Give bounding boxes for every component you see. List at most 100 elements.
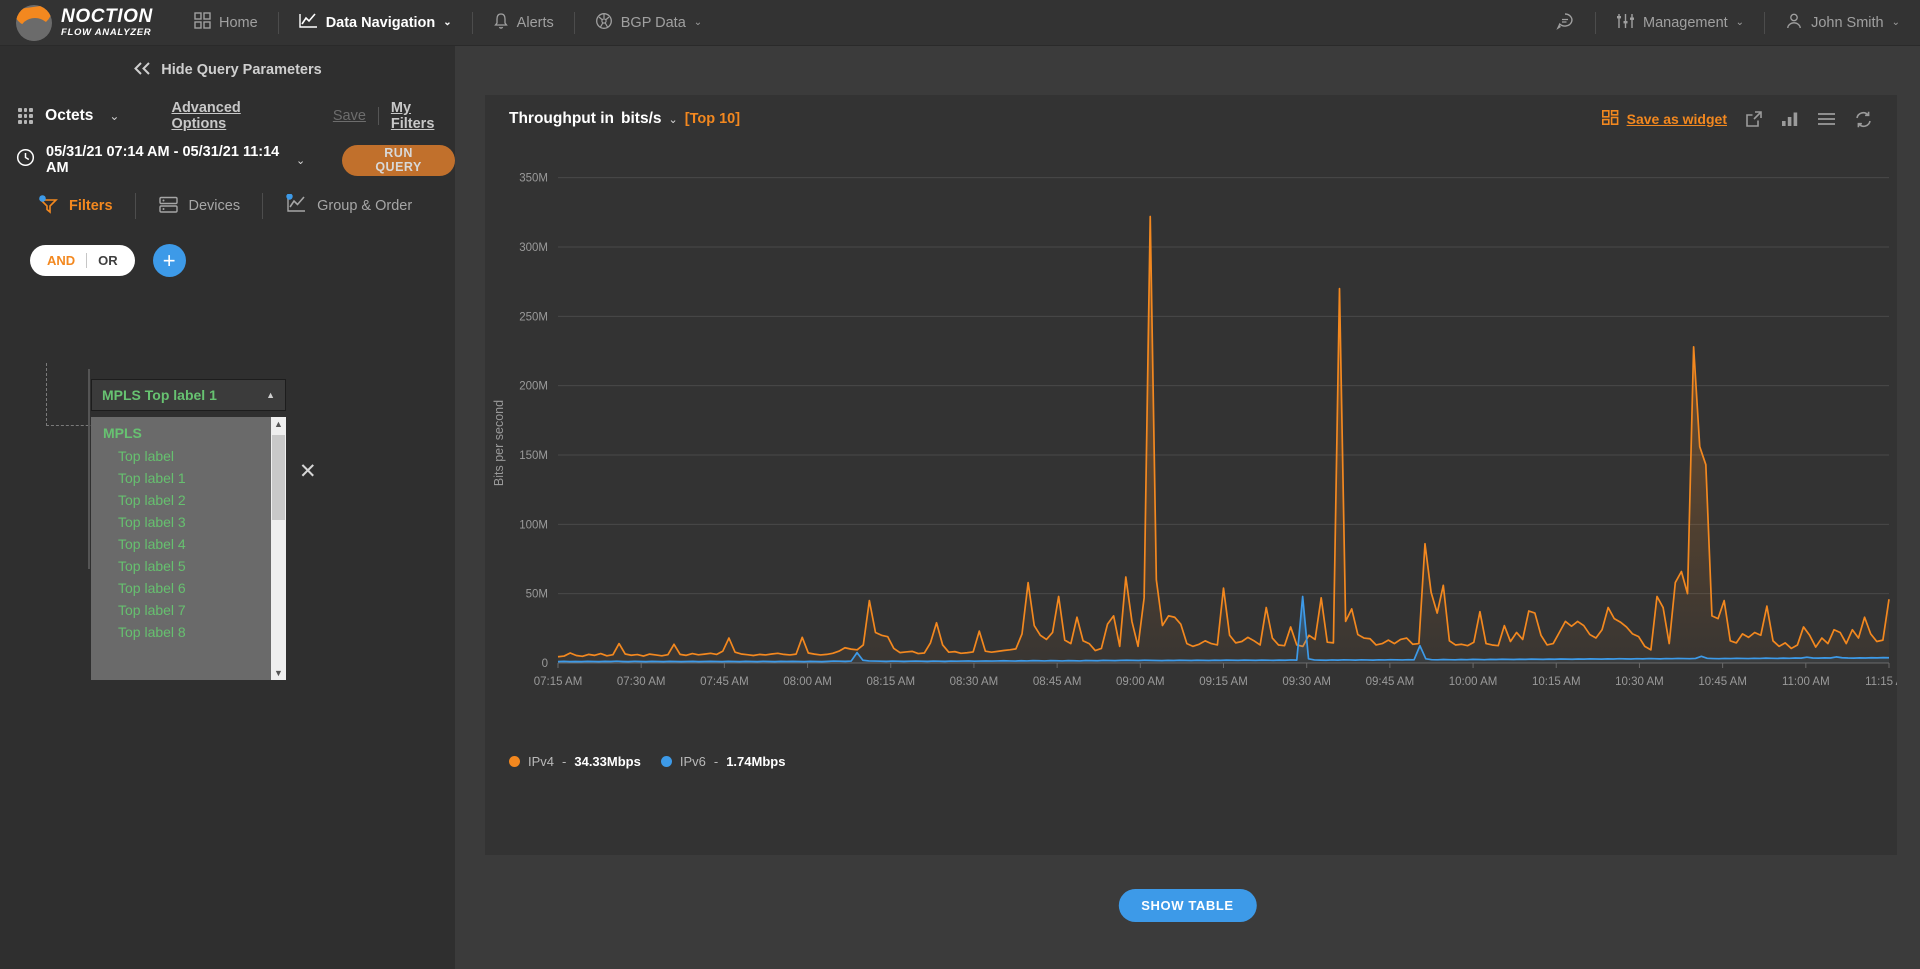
dropdown-option[interactable]: Top label: [91, 445, 271, 467]
metric-label[interactable]: Octets: [45, 107, 93, 125]
open-external-icon[interactable]: [1745, 110, 1763, 128]
dropdown-option[interactable]: Top label 2: [91, 489, 271, 511]
filter-field-dropdown[interactable]: MPLS Top label Top label 1 Top label 2 T…: [91, 417, 286, 680]
nav-item-management-label: Management: [1643, 14, 1728, 31]
throughput-area-chart[interactable]: 050M100M150M200M250M300M350M 07:15 AM 07:…: [485, 143, 1913, 743]
chevron-down-icon: ⌄: [443, 17, 452, 28]
nav-item-data-navigation[interactable]: Data Navigation ⌄: [283, 0, 468, 46]
brand-logo[interactable]: NOCTION FLOW ANALYZER: [0, 4, 178, 41]
hide-query-parameters-label: Hide Query Parameters: [161, 62, 322, 78]
scrollbar-thumb[interactable]: [272, 435, 285, 520]
legend-label: IPv6: [679, 754, 706, 769]
tab-devices-label: Devices: [188, 198, 241, 214]
nav-item-user-label: John Smith: [1811, 14, 1884, 31]
dropdown-option[interactable]: Top label 3: [91, 511, 271, 533]
logic-and-option[interactable]: AND: [36, 253, 86, 268]
dropdown-option[interactable]: Top label 8: [91, 621, 271, 643]
refresh-icon[interactable]: [1854, 111, 1873, 128]
dropdown-group-mpls: MPLS: [103, 425, 142, 441]
scroll-down-arrow-icon[interactable]: ▼: [274, 666, 283, 680]
my-filters-link[interactable]: My Filters: [391, 100, 455, 132]
nav-item-management[interactable]: Management ⌄: [1600, 0, 1760, 46]
chevron-down-icon: ⌄: [693, 17, 703, 28]
legend-value: 34.33Mbps: [574, 754, 641, 769]
svg-text:09:15 AM: 09:15 AM: [1199, 676, 1248, 688]
date-range-value[interactable]: 05/31/21 07:14 AM - 05/31/21 11:14 AM: [46, 144, 285, 176]
legend-color-swatch: [509, 756, 520, 767]
dropdown-option[interactable]: Top label 1: [91, 467, 271, 489]
svg-text:11:15 AM: 11:15 AM: [1865, 676, 1897, 688]
nav-item-alerts[interactable]: Alerts: [477, 0, 570, 46]
dropdown-option-list: MPLS Top label Top label 1 Top label 2 T…: [91, 417, 271, 680]
query-parameters-panel: Hide Query Parameters Octets ⌄ Advanced …: [0, 46, 455, 969]
advanced-options-link[interactable]: Advanced Options: [171, 100, 292, 132]
add-filter-button[interactable]: +: [152, 244, 186, 277]
legend-item-ipv4[interactable]: IPv4 - 34.33Mbps: [509, 754, 641, 769]
date-range-row: 05/31/21 07:14 AM - 05/31/21 11:14 AM ⌄ …: [0, 138, 455, 182]
show-table-button[interactable]: SHOW TABLE: [1118, 889, 1257, 922]
nav-item-bgp-data-label: BGP Data: [620, 14, 686, 31]
hide-query-parameters-button[interactable]: Hide Query Parameters: [0, 46, 455, 94]
menu-icon[interactable]: [1817, 112, 1836, 126]
tab-filters[interactable]: Filters: [38, 194, 113, 219]
logic-or-option[interactable]: OR: [87, 253, 129, 268]
dropdown-option[interactable]: Top label 6: [91, 577, 271, 599]
svg-text:09:30 AM: 09:30 AM: [1282, 676, 1331, 688]
chart-unit-selector[interactable]: bits/s: [621, 110, 661, 128]
svg-text:08:15 AM: 08:15 AM: [866, 676, 915, 688]
bell-icon: [493, 12, 509, 34]
nav-divider: [471, 11, 473, 34]
divider: [377, 107, 379, 125]
tab-filters-label: Filters: [69, 198, 113, 214]
filter-field-selected-value: MPLS Top label 1: [102, 387, 217, 403]
svg-text:10:00 AM: 10:00 AM: [1449, 676, 1498, 688]
svg-text:10:45 AM: 10:45 AM: [1698, 676, 1747, 688]
legend-dash: -: [562, 754, 567, 769]
nav-divider: [1595, 11, 1597, 34]
tab-group-and-order[interactable]: Group & Order: [285, 193, 413, 218]
chart-action-bar: Save as widget: [1601, 109, 1873, 129]
chevron-down-icon[interactable]: ⌄: [109, 109, 119, 123]
dropdown-option[interactable]: Top label 5: [91, 555, 271, 577]
dropdown-option[interactable]: Top label 7: [91, 599, 271, 621]
chat-bubble-icon: [1555, 11, 1575, 35]
chevron-down-icon: ⌄: [1735, 17, 1745, 28]
save-as-widget-button[interactable]: Save as widget: [1601, 109, 1727, 129]
svg-text:300M: 300M: [519, 242, 548, 254]
chevron-down-icon[interactable]: ⌄: [296, 154, 305, 167]
svg-text:250M: 250M: [519, 311, 548, 323]
main-content-area: Throughput in bits/s ⌄ [Top 10] Save as …: [455, 46, 1920, 969]
nav-divider: [277, 11, 279, 34]
nav-item-bgp-data[interactable]: BGP Data ⌄: [579, 0, 718, 46]
nav-item-user-menu[interactable]: John Smith ⌄: [1769, 0, 1920, 46]
dropdown-option[interactable]: Top label 4: [91, 533, 271, 555]
chart-axis-icon: [285, 193, 307, 218]
nav-item-data-navigation-label: Data Navigation: [325, 14, 436, 31]
svg-text:07:45 AM: 07:45 AM: [700, 676, 749, 688]
remove-filter-button[interactable]: ✕: [299, 461, 317, 482]
run-query-button[interactable]: RUN QUERY: [342, 144, 455, 176]
save-link[interactable]: Save: [333, 108, 366, 124]
bar-chart-icon[interactable]: [1781, 111, 1799, 127]
nav-item-alerts-label: Alerts: [516, 14, 554, 31]
legend-label: IPv4: [528, 754, 555, 769]
nav-divider: [573, 11, 575, 34]
chat-button[interactable]: [1539, 0, 1591, 46]
chart-y-axis-labels: 0 50M 100M 150M 200M 250M 300M 350M: [519, 173, 548, 670]
and-or-toggle[interactable]: AND OR: [30, 245, 135, 276]
nav-divider: [1764, 11, 1766, 34]
nav-item-home[interactable]: Home: [178, 0, 274, 46]
scroll-up-arrow-icon[interactable]: ▲: [274, 417, 283, 431]
chevron-down-icon[interactable]: ⌄: [669, 113, 678, 126]
svg-text:150M: 150M: [519, 450, 548, 462]
divider: [134, 193, 136, 219]
dropdown-scrollbar[interactable]: ▲ ▼: [271, 417, 286, 680]
chart-plot-area[interactable]: 0 50M 100M 150M 200M 250M 300M 350M 07:15 AM 07:…: [485, 143, 1913, 783]
filter-field-select[interactable]: MPLS Top label 1 ▲: [91, 379, 286, 411]
brand-name: NOCTION: [61, 6, 153, 28]
tab-devices[interactable]: Devices: [158, 195, 241, 218]
tab-group-and-order-label: Group & Order: [317, 198, 413, 214]
metric-selector-row: Octets ⌄ Advanced Options Save My Filter…: [0, 94, 455, 138]
legend-item-ipv6[interactable]: IPv6 - 1.74Mbps: [660, 754, 785, 769]
svg-text:08:45 AM: 08:45 AM: [1033, 676, 1082, 688]
